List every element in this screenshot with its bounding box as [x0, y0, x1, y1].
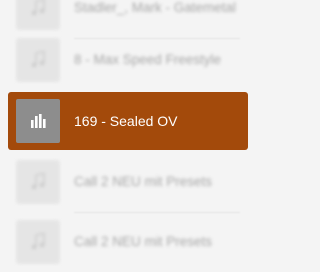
track-title: Call 2 NEU mit Presets: [74, 234, 213, 249]
list-item-selected[interactable]: 169 - Sealed OV: [8, 92, 248, 150]
track-thumbnail: [16, 38, 60, 82]
track-thumbnail: [16, 160, 60, 204]
music-note-icon: [31, 172, 45, 190]
music-note-icon: [31, 50, 45, 68]
track-title: 8 - Max Speed Freestyle: [74, 52, 222, 67]
music-note-icon: [31, 0, 45, 16]
track-thumbnail: [16, 99, 60, 143]
track-thumbnail: [16, 220, 60, 264]
list-item[interactable]: Call 2 NEU mit Presets: [0, 212, 240, 272]
track-list: Stadler_, Mark - Gatemetal 8 - Max Speed…: [0, 0, 248, 264]
track-title: Call 2 NEU mit Presets: [74, 174, 213, 189]
list-item[interactable]: Call 2 NEU mit Presets: [0, 152, 240, 212]
list-item[interactable]: 8 - Max Speed Freestyle: [0, 30, 240, 90]
bar-chart-icon: [31, 114, 46, 128]
track-thumbnail: [16, 0, 60, 30]
track-title: 169 - Sealed OV: [74, 113, 178, 129]
music-note-icon: [31, 232, 45, 250]
